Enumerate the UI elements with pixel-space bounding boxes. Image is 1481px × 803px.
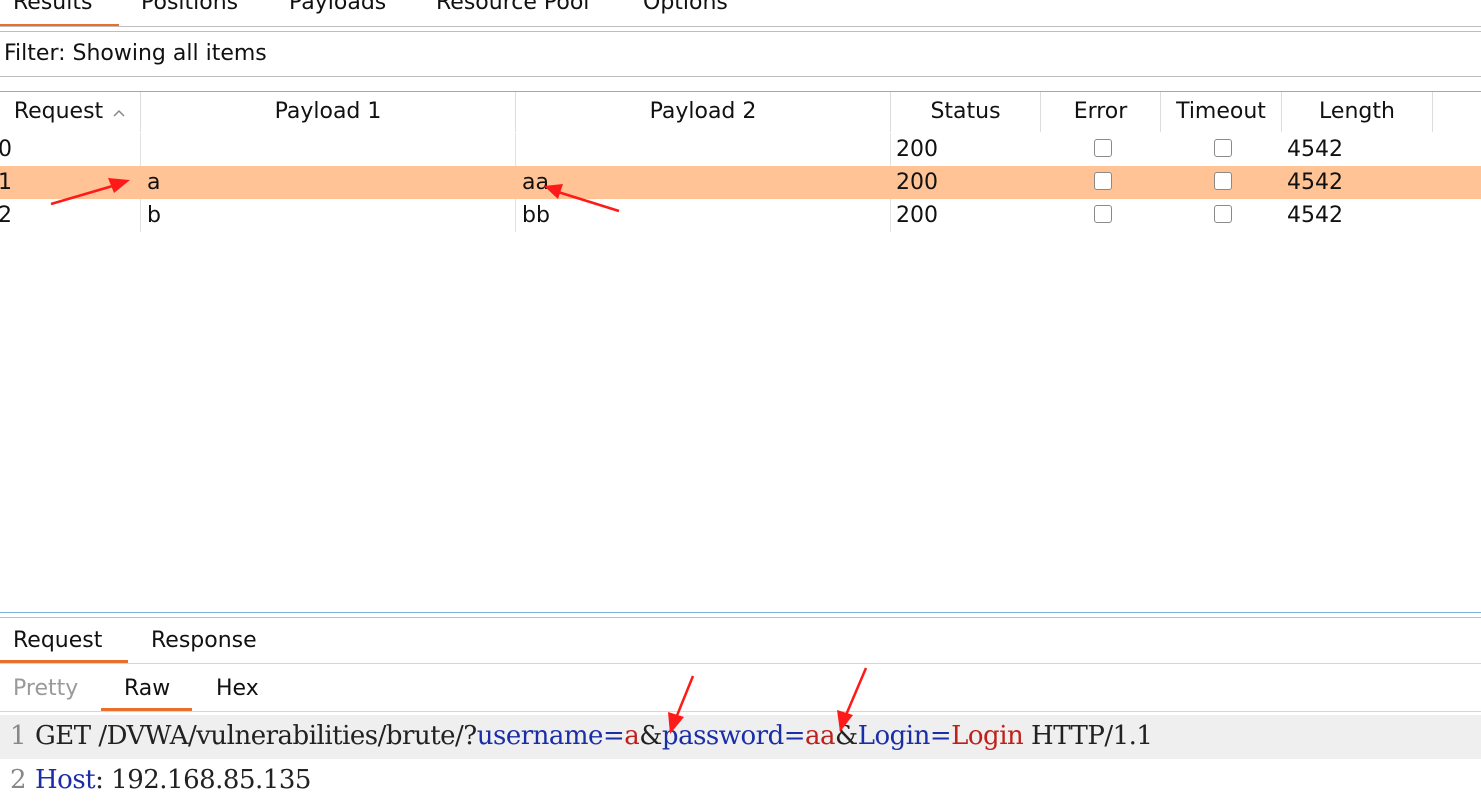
cell-length: 4542 [1287, 137, 1343, 162]
cell-request: 0 [0, 137, 12, 162]
column-divider [515, 133, 516, 166]
view-tab-pretty[interactable]: Pretty [13, 676, 78, 701]
sort-ascending-icon [112, 92, 126, 132]
column-header-timeout[interactable]: Timeout [1161, 92, 1282, 132]
cell-length: 4542 [1287, 203, 1343, 228]
param-equals: = [602, 721, 625, 751]
cell-payload-2: aa [522, 170, 549, 195]
editor-line[interactable]: 2 Host: 192.168.85.135 [0, 759, 1481, 803]
tab-positions[interactable]: Positions [141, 0, 238, 15]
view-tab-hex[interactable]: Hex [216, 676, 259, 701]
view-tab-raw[interactable]: Raw [124, 676, 170, 701]
param-separator: & [639, 721, 662, 751]
header-name: Host [35, 765, 96, 795]
panel-splitter[interactable] [0, 612, 1481, 613]
line-number: 2 [10, 765, 27, 795]
column-divider [140, 199, 141, 232]
request-method-path: GET /DVWA/vulnerabilities/brute/? [35, 721, 477, 751]
column-header-status[interactable]: Status [891, 92, 1041, 132]
error-checkbox[interactable] [1094, 172, 1112, 190]
top-tab-bar: Results Positions Payloads Resource Pool… [0, 0, 1481, 27]
request-line: GET /DVWA/vulnerabilities/brute/?usernam… [35, 721, 1153, 751]
param-name: Login [857, 721, 931, 751]
divider [0, 617, 1481, 618]
divider [0, 76, 1481, 77]
cell-length: 4542 [1287, 170, 1343, 195]
cell-request: 1 [0, 170, 12, 195]
http-version: HTTP/1.1 [1023, 721, 1153, 751]
param-name: password [661, 721, 784, 751]
param-equals: = [929, 721, 952, 751]
tab-resource-pool[interactable]: Resource Pool [436, 0, 589, 15]
param-value: Login [951, 721, 1024, 751]
table-row[interactable]: 0 200 4542 [0, 133, 1433, 166]
tab-request[interactable]: Request [13, 628, 102, 653]
param-name: username [476, 721, 604, 751]
error-checkbox[interactable] [1094, 139, 1112, 157]
column-header-request[interactable]: Request [0, 92, 141, 132]
column-header-payload-2[interactable]: Payload 2 [516, 92, 891, 132]
column-divider [890, 133, 891, 166]
param-equals: = [783, 721, 806, 751]
cell-payload-1: a [147, 170, 161, 195]
timeout-checkbox[interactable] [1214, 205, 1232, 223]
timeout-checkbox[interactable] [1214, 139, 1232, 157]
table-row[interactable]: 2 b bb 200 4542 [0, 199, 1433, 232]
tab-options[interactable]: Options [643, 0, 728, 15]
cell-status: 200 [896, 203, 938, 228]
tab-payloads[interactable]: Payloads [289, 0, 386, 15]
cell-request: 2 [0, 203, 12, 228]
cell-payload-2: bb [522, 203, 550, 228]
editor-line[interactable]: 1 GET /DVWA/vulnerabilities/brute/?usern… [0, 715, 1481, 759]
timeout-checkbox[interactable] [1214, 172, 1232, 190]
param-separator: & [835, 721, 858, 751]
divider [0, 31, 1481, 32]
cell-payload-1: b [147, 203, 161, 228]
header-value: : 192.168.85.135 [95, 765, 311, 795]
filter-bar[interactable]: Filter: Showing all items [4, 41, 267, 66]
divider [0, 711, 1481, 712]
column-divider [890, 199, 891, 232]
error-checkbox[interactable] [1094, 205, 1112, 223]
param-value: a [624, 721, 640, 751]
column-divider [140, 133, 141, 166]
column-header-payload-1[interactable]: Payload 1 [141, 92, 516, 132]
param-value: aa [805, 721, 836, 751]
divider [0, 26, 1481, 27]
divider [0, 663, 1481, 664]
cell-status: 200 [896, 137, 938, 162]
tab-results[interactable]: Results [0, 0, 121, 27]
results-table-header: Request Payload 1 Payload 2 Status Error… [0, 91, 1481, 133]
table-row-selected[interactable]: 1 a aa 200 4542 [0, 166, 1481, 199]
line-number: 1 [10, 721, 27, 751]
header-line: Host: 192.168.85.135 [35, 765, 311, 795]
tab-response[interactable]: Response [151, 628, 257, 653]
cell-status: 200 [896, 170, 938, 195]
column-header-length[interactable]: Length [1282, 92, 1433, 132]
column-header-error[interactable]: Error [1041, 92, 1161, 132]
column-divider [515, 199, 516, 232]
